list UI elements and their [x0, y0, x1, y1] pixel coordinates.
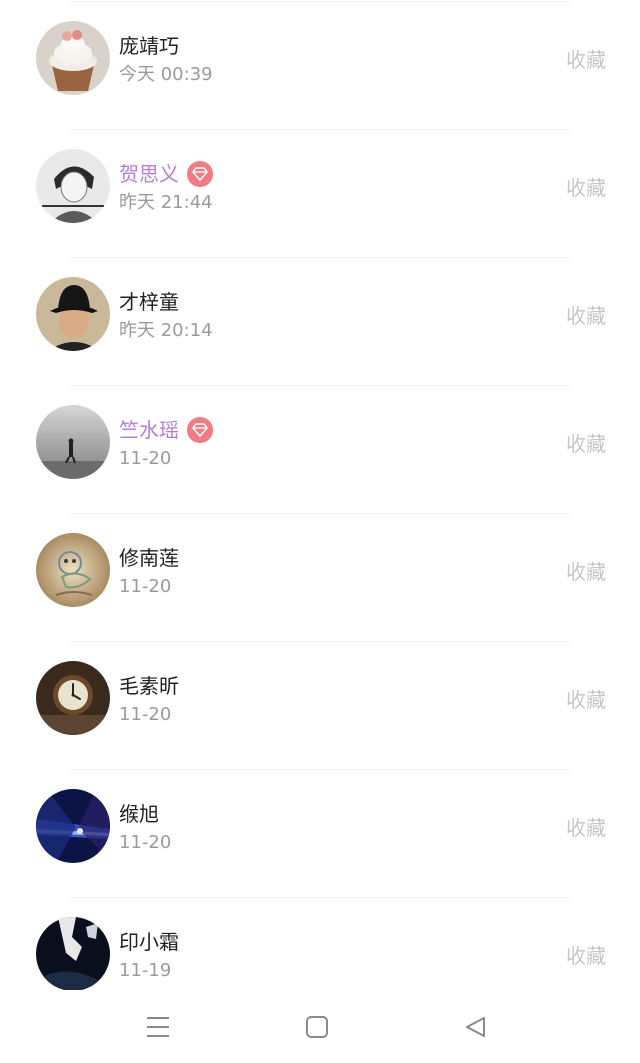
list-item[interactable]: 竺水瑶 11-20 收藏 — [0, 386, 640, 514]
favorite-button[interactable]: 收藏 — [566, 174, 606, 202]
last-seen-time: 今天 00:39 — [119, 64, 213, 85]
favorite-button[interactable]: 收藏 — [566, 814, 606, 842]
last-seen-time: 11-20 — [119, 704, 172, 725]
avatar[interactable] — [36, 21, 110, 95]
contact-list: 庞靖巧 今天 00:39 收藏 贺思义 昨天 21:44 收藏 才梓童 昨天 2… — [0, 0, 640, 990]
last-seen-time: 11-20 — [119, 576, 172, 597]
contact-name: 缑旭 — [119, 802, 159, 826]
favorite-button[interactable]: 收藏 — [566, 46, 606, 74]
contact-name: 贺思义 — [119, 162, 179, 186]
back-triangle-icon[interactable] — [456, 1010, 496, 1044]
list-item[interactable]: 贺思义 昨天 21:44 收藏 — [0, 130, 640, 258]
list-item[interactable]: 才梓童 昨天 20:14 收藏 — [0, 258, 640, 386]
bucket-hat-portrait-avatar-image — [36, 277, 110, 351]
avatar[interactable] — [36, 917, 110, 990]
list-item[interactable]: 修南莲 11-20 收藏 — [0, 514, 640, 642]
contact-name: 才梓童 — [119, 290, 179, 314]
avatar[interactable] — [36, 277, 110, 351]
favorite-button[interactable]: 收藏 — [566, 302, 606, 330]
home-square-icon[interactable] — [297, 1010, 337, 1044]
avatar[interactable] — [36, 149, 110, 223]
last-seen-time: 11-20 — [119, 832, 172, 853]
cartoon-doodle-avatar-image — [36, 533, 110, 607]
favorite-button[interactable]: 收藏 — [566, 686, 606, 714]
last-seen-time: 11-20 — [119, 448, 172, 469]
avatar[interactable] — [36, 533, 110, 607]
list-item[interactable]: 印小霜 11-19 收藏 — [0, 898, 640, 990]
contact-name: 庞靖巧 — [119, 34, 179, 58]
last-seen-time: 昨天 20:14 — [119, 320, 213, 341]
list-item[interactable]: 庞靖巧 今天 00:39 收藏 — [0, 2, 640, 130]
list-item[interactable]: 毛素昕 11-20 收藏 — [0, 642, 640, 770]
contact-name: 竺水瑶 — [119, 418, 179, 442]
contact-name: 修南莲 — [119, 546, 179, 570]
list-item[interactable]: 缑旭 11-20 收藏 — [0, 770, 640, 898]
contact-name: 印小霜 — [119, 930, 179, 954]
menu-icon[interactable] — [138, 1010, 178, 1044]
avatar[interactable] — [36, 789, 110, 863]
sketch-portrait-avatar-image — [36, 149, 110, 223]
system-navigation-bar — [0, 990, 640, 1063]
favorite-button[interactable]: 收藏 — [566, 558, 606, 586]
avatar[interactable] — [36, 405, 110, 479]
clock-avatar-image — [36, 661, 110, 735]
avatar[interactable] — [36, 661, 110, 735]
light-tunnel-avatar-image — [36, 789, 110, 863]
contact-name: 毛素昕 — [119, 674, 179, 698]
dark-figure-avatar-image — [36, 917, 110, 990]
foggy-figure-avatar-image — [36, 405, 110, 479]
last-seen-time: 11-19 — [119, 960, 172, 981]
favorite-button[interactable]: 收藏 — [566, 942, 606, 970]
last-seen-time: 昨天 21:44 — [119, 192, 213, 213]
vip-diamond-icon — [187, 417, 213, 443]
favorite-button[interactable]: 收藏 — [566, 430, 606, 458]
cupcake-avatar-image — [36, 21, 110, 95]
vip-diamond-icon — [187, 161, 213, 187]
